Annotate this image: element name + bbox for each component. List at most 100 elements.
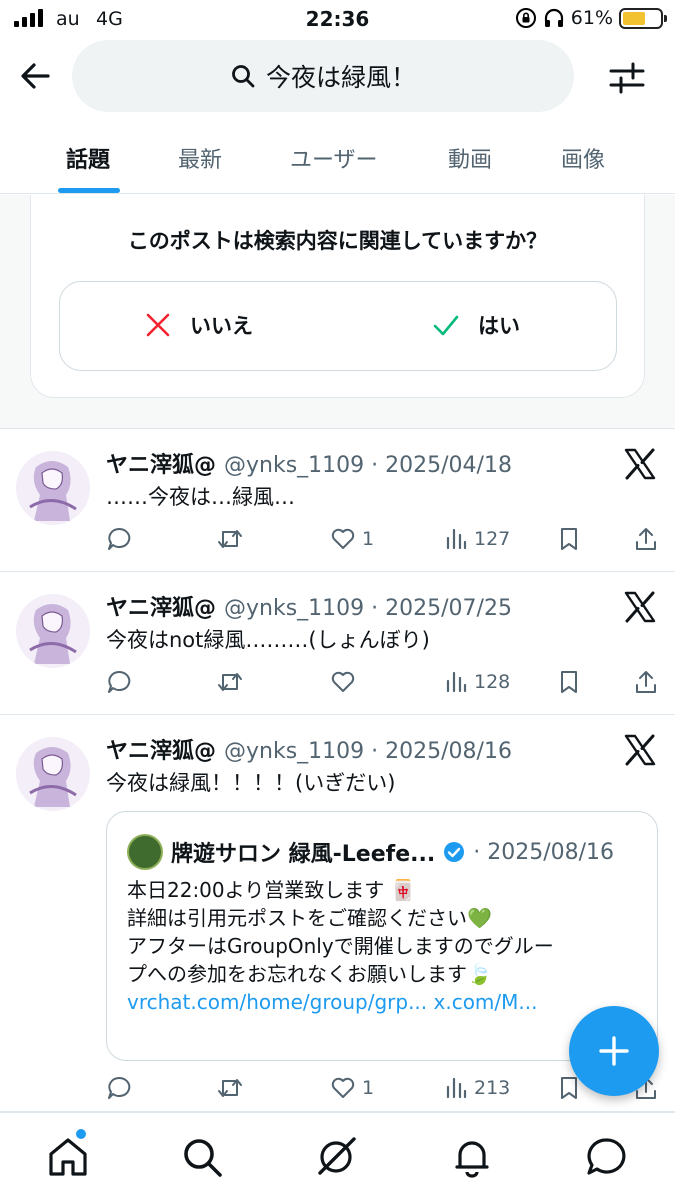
reply-icon — [108, 1076, 131, 1099]
quote-line: アフターはGroupOnlyで開催しますのでグルー — [127, 934, 554, 958]
heart-icon — [331, 528, 355, 549]
share-icon[interactable] — [634, 526, 658, 552]
views-button[interactable]: 213 — [444, 1075, 510, 1101]
battery-icon — [619, 7, 667, 29]
search-input[interactable]: 今夜は緑風！ — [72, 40, 574, 112]
post-item[interactable]: ヤニ滓狐@ @ynks_1109 · 2025/04/18 ……今夜は…緑風… 1… — [0, 429, 675, 572]
search-tabs: 話題 最新 ユーザー 動画 画像 — [0, 124, 675, 194]
reply-button[interactable] — [106, 669, 138, 695]
post-text: ……今夜は…緑風… — [106, 485, 295, 509]
notifications-icon[interactable] — [450, 1135, 494, 1179]
quote-line: プへの参加をお忘れなくお願いします🍃 — [127, 962, 492, 986]
views-icon — [446, 528, 467, 550]
verified-badge-icon — [444, 842, 465, 862]
reply-button[interactable] — [106, 1075, 138, 1101]
like-button[interactable]: 1 — [330, 526, 374, 552]
views-button[interactable]: 127 — [444, 526, 510, 552]
tab-videos[interactable]: 動画 — [448, 142, 492, 174]
home-notification-dot — [76, 1129, 86, 1139]
reply-button[interactable] — [106, 526, 138, 552]
feedback-no-button[interactable]: いいえ — [144, 310, 253, 340]
quote-line: 本日22:00より営業致します 🀄 — [127, 878, 416, 902]
feedback-yes-label: はい — [478, 314, 520, 338]
back-arrow-icon[interactable] — [16, 56, 56, 96]
author-name[interactable]: ヤニ滓狐@ — [106, 596, 216, 621]
filter-sliders-icon[interactable] — [607, 58, 647, 98]
repost-icon — [218, 1079, 242, 1097]
post-header: ヤニ滓狐@ @ynks_1109 · 2025/07/25 — [106, 590, 512, 622]
view-count: 127 — [474, 528, 511, 550]
post-text: 今夜はnot緑風………(しょんぼり) — [106, 628, 430, 652]
active-tab-indicator — [58, 188, 120, 193]
orientation-lock-icon — [515, 8, 536, 28]
check-icon — [433, 315, 459, 336]
like-button[interactable]: 1 — [330, 1075, 374, 1101]
quote-header: 牌遊サロン 緑風-Leefe... · 2025/08/16 — [127, 834, 614, 870]
heart-icon — [331, 1077, 355, 1098]
avatar[interactable] — [16, 737, 90, 811]
post-text: 今夜は緑風！！！！(いぎだい) — [106, 771, 396, 795]
feedback-card: このポストは検索内容に関連していますか？ いいえ はい — [30, 195, 645, 398]
bookmark-icon[interactable] — [558, 1075, 580, 1101]
share-icon[interactable] — [634, 669, 658, 695]
feedback-buttons: いいえ はい — [59, 281, 617, 371]
post-actions: 1 127 — [106, 526, 662, 556]
repost-icon — [218, 530, 242, 548]
view-count: 128 — [474, 671, 511, 693]
battery-percent: 61% — [570, 7, 613, 29]
tab-images[interactable]: 画像 — [561, 142, 605, 174]
repost-button[interactable] — [216, 526, 250, 552]
quoted-post[interactable]: 牌遊サロン 緑風-Leefe... · 2025/08/16 本日22:00より… — [106, 811, 658, 1061]
x-logo-icon — [624, 591, 656, 623]
search-icon[interactable] — [180, 1135, 224, 1179]
repost-icon — [218, 673, 242, 691]
quote-author-name: 牌遊サロン 緑風-Leefe... — [171, 842, 436, 867]
x-mark-icon — [146, 313, 170, 337]
status-bar: au 4G 22:36 61% — [0, 0, 675, 38]
messages-icon[interactable] — [584, 1135, 628, 1179]
tab-top[interactable]: 話題 — [66, 142, 110, 174]
feedback-question: このポストは検索内容に関連していますか？ — [127, 229, 548, 253]
search-query: 今夜は緑風！ — [265, 63, 416, 92]
home-icon[interactable] — [46, 1135, 90, 1179]
tab-users[interactable]: ユーザー — [290, 142, 378, 174]
bookmark-icon[interactable] — [558, 669, 580, 695]
views-button[interactable]: 128 — [444, 669, 510, 695]
post-header: ヤニ滓狐@ @ynks_1109 · 2025/04/18 — [106, 447, 512, 479]
compose-button[interactable] — [569, 1006, 659, 1096]
repost-button[interactable] — [216, 669, 250, 695]
search-header: 今夜は緑風！ — [0, 38, 675, 116]
quote-date: · 2025/08/16 — [473, 839, 615, 865]
avatar[interactable] — [16, 451, 90, 525]
author-handle-date: @ynks_1109 · 2025/08/16 — [224, 739, 512, 764]
view-count: 213 — [474, 1077, 511, 1099]
compose-plus-icon — [599, 1036, 629, 1066]
like-count: 1 — [362, 528, 375, 550]
views-icon — [446, 671, 467, 693]
author-name[interactable]: ヤニ滓狐@ — [106, 739, 216, 764]
author-name[interactable]: ヤニ滓狐@ — [106, 453, 216, 478]
post-item[interactable]: ヤニ滓狐@ @ynks_1109 · 2025/07/25 今夜はnot緑風………… — [0, 572, 675, 715]
heart-icon — [331, 671, 355, 692]
x-logo-icon — [624, 734, 656, 766]
avatar[interactable] — [16, 594, 90, 668]
post-actions: 128 — [106, 669, 662, 699]
feedback-no-label: いいえ — [190, 314, 253, 338]
repost-button[interactable] — [216, 1075, 250, 1101]
quote-links[interactable]: vrchat.com/home/group/grp... x.com/M... — [127, 988, 647, 1016]
quote-line: 詳細は引用元ポストをご確認ください💚 — [127, 906, 492, 930]
feedback-yes-button[interactable]: はい — [432, 310, 520, 340]
like-button[interactable] — [330, 669, 362, 695]
author-handle-date: @ynks_1109 · 2025/04/18 — [224, 453, 512, 478]
bookmark-icon[interactable] — [558, 526, 580, 552]
post-header: ヤニ滓狐@ @ynks_1109 · 2025/08/16 — [106, 733, 512, 765]
views-icon — [446, 1077, 467, 1099]
quote-text: 本日22:00より営業致します 🀄 詳細は引用元ポストをご確認ください💚 アフタ… — [127, 876, 647, 1016]
reply-icon — [108, 527, 131, 550]
grok-icon[interactable] — [314, 1135, 358, 1179]
tab-latest[interactable]: 最新 — [178, 142, 222, 174]
headphones-icon — [544, 8, 563, 27]
status-right: 61% — [515, 7, 667, 29]
x-logo-icon — [624, 448, 656, 480]
author-handle-date: @ynks_1109 · 2025/07/25 — [224, 596, 512, 621]
